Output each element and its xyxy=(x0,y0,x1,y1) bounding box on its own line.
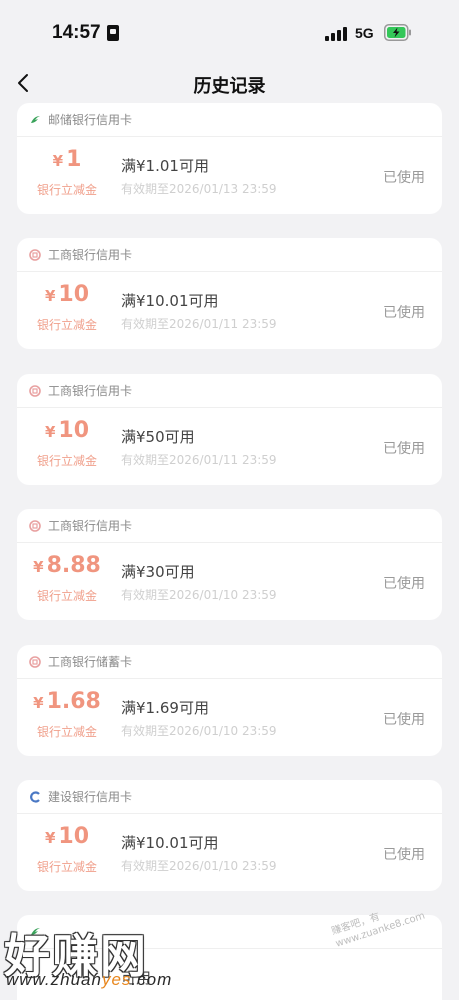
coupon-card[interactable]: 工商银行储蓄卡 ¥1.68 银行立减金 满¥1.69可用有效期至2026/01/10 … xyxy=(17,645,442,756)
card-header: 建设银行信用卡 xyxy=(17,780,442,814)
amount-value: 8.88 xyxy=(46,553,101,578)
bank-name: 工商银行信用卡 xyxy=(48,248,133,262)
icbc-icon xyxy=(29,384,41,397)
card-header: 工商银行信用卡 xyxy=(17,374,442,408)
bank-name: 工商银行储蓄卡 xyxy=(48,655,133,669)
card-header: 工商银行信用卡 xyxy=(17,238,442,272)
status-badge: 已使用 xyxy=(383,576,425,592)
card-body: ¥10 银行立减金 满¥50可用有效期至2026/01/11 23:59 已使用 xyxy=(17,408,442,484)
bank-name: 工商银行信用卡 xyxy=(48,384,133,398)
coupon-amount: ¥10 xyxy=(17,282,117,307)
psbc-icon xyxy=(31,927,40,935)
amount-label: 银行立减金 xyxy=(36,183,97,197)
currency-symbol: ¥ xyxy=(44,829,56,847)
amount-label: 银行立减金 xyxy=(36,860,97,874)
nav-bar: 历史记录 xyxy=(0,62,459,102)
coupon-amount: ¥1.68 xyxy=(17,689,117,714)
amount-value: 10 xyxy=(58,824,90,849)
card-body: 可用 xyxy=(17,949,442,1000)
card-header: 工商银行信用卡 xyxy=(17,509,442,543)
coupon-card[interactable]: 工商银行信用卡 ¥10 银行立减金 满¥50可用有效期至2026/01/11 23:5… xyxy=(17,374,442,485)
amount-label: 银行立减金 xyxy=(36,454,97,468)
status-time: 14:57 xyxy=(52,22,101,43)
coupon-condition: 可用 xyxy=(121,969,152,987)
coupon-expiry: 有效期至2026/01/11 23:59 xyxy=(121,453,277,467)
currency-symbol: ¥ xyxy=(44,287,56,305)
coupon-condition: 满¥1.69可用 xyxy=(121,699,209,717)
bank-name: 邮储银行信用卡 xyxy=(48,113,133,127)
network-label: 5G xyxy=(355,25,374,41)
amount-value: 1.68 xyxy=(46,689,101,714)
currency-symbol: ¥ xyxy=(52,152,64,170)
coupon-amount: ¥8.88 xyxy=(17,553,117,578)
coupon-card[interactable]: 建设银行信用卡 ¥10 银行立减金 满¥10.01可用有效期至2026/01/10 2… xyxy=(17,780,442,891)
card-body: ¥8.88 银行立减金 满¥30可用有效期至2026/01/10 23:59 已使用 xyxy=(17,543,442,619)
amount-value: 10 xyxy=(58,282,90,307)
status-bar: 14:57 5G xyxy=(0,0,459,62)
lock-icon xyxy=(107,25,119,41)
coupon-amount: ¥10 xyxy=(17,418,117,443)
coupon-condition: 满¥1.01可用 xyxy=(121,157,209,175)
coupon-condition: 满¥50可用 xyxy=(121,428,195,446)
amount-label: 银行立减金 xyxy=(36,589,97,603)
card-header: 工商银行储蓄卡 xyxy=(17,645,442,679)
currency-symbol: ¥ xyxy=(33,558,44,576)
icbc-icon xyxy=(29,519,41,532)
bank-name: 建设银行信用卡 xyxy=(48,790,133,804)
ccb-icon xyxy=(30,790,40,803)
status-badge: 已使用 xyxy=(383,170,425,186)
card-body: ¥10 银行立减金 满¥10.01可用有效期至2026/01/10 23:59 已使用 xyxy=(17,814,442,890)
bank-name: 工商银行信用卡 xyxy=(48,519,133,533)
coupon-card[interactable]: 邮储银行信用卡 ¥1 银行立减金 满¥1.01可用有效期至2026/01/13 23:… xyxy=(17,103,442,214)
coupon-condition: 满¥30可用 xyxy=(121,563,195,581)
battery-icon xyxy=(384,24,411,41)
coupon-expiry: 有效期至2026/01/13 23:59 xyxy=(121,182,277,196)
coupon-condition: 满¥10.01可用 xyxy=(121,292,219,310)
status-badge: 已使用 xyxy=(383,847,425,863)
status-badge: 已使用 xyxy=(383,712,425,728)
signal-icon xyxy=(325,26,349,41)
page-title: 历史记录 xyxy=(193,76,266,97)
coupon-card[interactable]: 可用 xyxy=(17,915,442,1000)
coupon-card[interactable]: 工商银行信用卡 ¥10 银行立减金 满¥10.01可用有效期至2026/01/11 2… xyxy=(17,238,442,349)
card-body: ¥1 银行立减金 满¥1.01可用有效期至2026/01/13 23:59 已使用 xyxy=(17,137,442,213)
coupon-amount: ¥1 xyxy=(17,147,117,172)
currency-symbol: ¥ xyxy=(44,423,56,441)
card-header: 邮储银行信用卡 xyxy=(17,103,442,137)
status-badge: 已使用 xyxy=(383,441,425,457)
currency-symbol: ¥ xyxy=(33,694,44,712)
icbc-icon xyxy=(29,655,41,668)
amount-value: 10 xyxy=(58,418,90,443)
amount-label: 银行立减金 xyxy=(36,725,97,739)
card-header xyxy=(17,915,442,949)
coupon-expiry: 有效期至2026/01/10 23:59 xyxy=(121,588,277,602)
coupon-expiry: 有效期至2026/01/11 23:59 xyxy=(121,317,277,331)
coupon-expiry: 有效期至2026/01/10 23:59 xyxy=(121,724,277,738)
icbc-icon xyxy=(29,248,41,261)
amount-label: 银行立减金 xyxy=(36,318,97,332)
coupon-amount xyxy=(17,959,117,984)
coupon-card[interactable]: 工商银行信用卡 ¥8.88 银行立减金 满¥30可用有效期至2026/01/10 23… xyxy=(17,509,442,620)
card-body: ¥10 银行立减金 满¥10.01可用有效期至2026/01/11 23:59 已使用 xyxy=(17,272,442,348)
card-body: ¥1.68 银行立减金 满¥1.69可用有效期至2026/01/10 23:59 已使… xyxy=(17,679,442,755)
amount-value: 1 xyxy=(66,147,82,172)
coupon-expiry: 有效期至2026/01/10 23:59 xyxy=(121,859,277,873)
coupon-condition: 满¥10.01可用 xyxy=(121,834,219,852)
psbc-icon xyxy=(31,115,40,123)
status-badge: 已使用 xyxy=(383,305,425,321)
coupon-amount: ¥10 xyxy=(17,824,117,849)
